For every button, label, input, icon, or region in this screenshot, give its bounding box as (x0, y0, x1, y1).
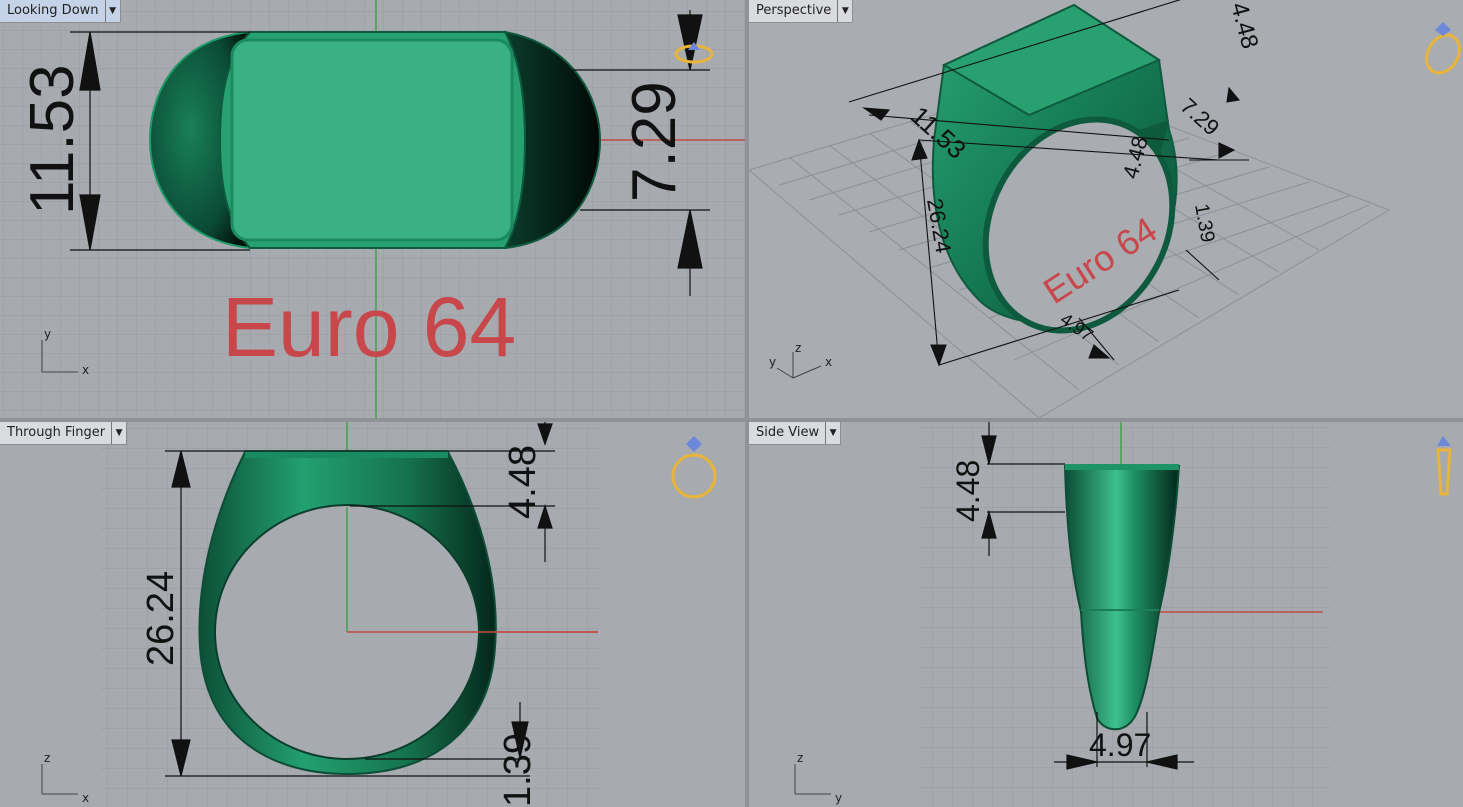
engraving-text: Euro 64 (222, 280, 516, 374)
chevron-down-icon[interactable]: ▼ (111, 422, 126, 444)
viewport-title: Perspective (756, 3, 832, 18)
viewport-title: Side View (756, 425, 820, 440)
chevron-down-icon[interactable]: ▼ (837, 0, 852, 22)
viewport-side-view[interactable]: 4.48 4.97 z y Side View ▼ (749, 422, 1463, 807)
viewport-title-tab[interactable]: Perspective ▼ (749, 0, 854, 23)
axis-label-y: y (769, 355, 776, 369)
dimension-label-26-24: 26.24 (140, 571, 182, 666)
dimension-label-11-53: 11.53 (18, 64, 87, 215)
axis-label-x: x (82, 363, 89, 377)
axis-label-y: y (44, 327, 51, 341)
dimension-label-7-29: 7.29 (620, 81, 689, 202)
viewport-canvas[interactable]: Euro 64 4.48 11.53 7.29 4.48 26.24 1.39 … (749, 0, 1463, 418)
dimension-label-1-39: 1.39 (497, 733, 539, 807)
viewport-canvas[interactable]: 11.53 7.29 Euro 64 y x (0, 0, 745, 418)
axis-label-z: z (44, 751, 50, 765)
viewport-title-tab[interactable]: Side View ▼ (749, 422, 842, 445)
viewport-perspective[interactable]: Euro 64 4.48 11.53 7.29 4.48 26.24 1.39 … (749, 0, 1463, 418)
ring-top-view[interactable] (148, 30, 602, 250)
viewport-title-tab[interactable]: Looking Down ▼ (0, 0, 121, 23)
viewport-canvas[interactable]: 26.24 4.48 1.39 z x (0, 422, 745, 807)
axis-label-x: x (825, 355, 832, 369)
dimension-label-4-48: 4.48 (950, 460, 986, 522)
chevron-down-icon[interactable]: ▼ (825, 422, 840, 444)
axis-label-z: z (795, 341, 801, 355)
chevron-down-icon[interactable]: ▼ (104, 0, 120, 22)
viewport-title: Looking Down (7, 3, 99, 18)
dimension-label-4-48: 4.48 (502, 445, 544, 519)
viewport-title: Through Finger (7, 425, 106, 440)
axis-label-x: x (82, 791, 89, 805)
viewport-looking-down[interactable]: 11.53 7.29 Euro 64 y x Looking Down ▼ (0, 0, 745, 418)
dimension-label-4-97: 4.97 (1089, 727, 1151, 763)
axis-label-y: y (835, 791, 842, 805)
viewport-title-tab[interactable]: Through Finger ▼ (0, 422, 128, 445)
axis-label-z: z (797, 751, 803, 765)
viewport-canvas[interactable]: 4.48 4.97 z y (749, 422, 1463, 807)
viewport-through-finger[interactable]: 26.24 4.48 1.39 z x Through Finger ▼ (0, 422, 745, 807)
